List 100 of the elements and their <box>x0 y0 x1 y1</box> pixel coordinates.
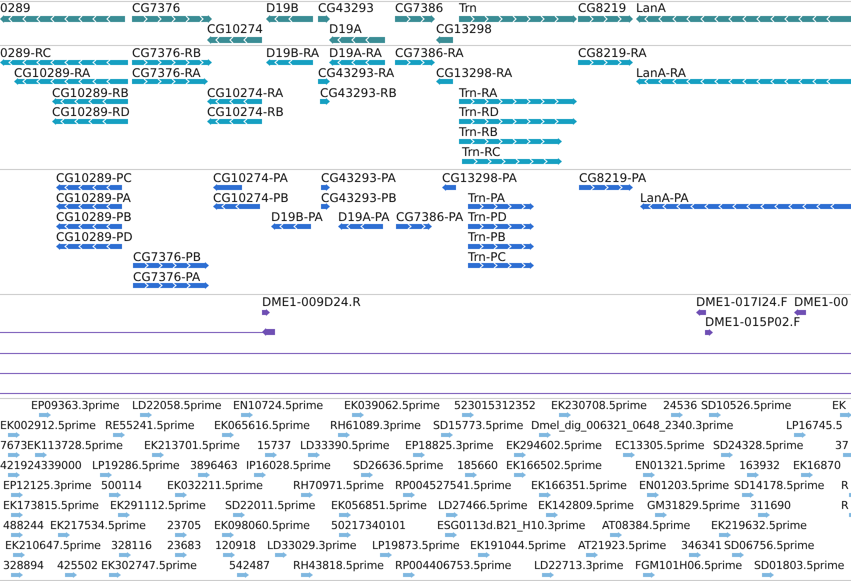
feature-arrow <box>198 472 210 478</box>
feature-label: EK065616.5prime <box>214 419 310 433</box>
feature-label: SD22011.5prime <box>225 499 316 513</box>
feature-arrow <box>671 412 683 418</box>
feature-label: Trn-PA <box>468 191 505 205</box>
feature-label: D19A <box>329 22 362 36</box>
feature-label: 185660 <box>457 459 498 473</box>
feature-arrow <box>11 572 23 578</box>
feature-arrow <box>222 432 234 438</box>
feature-arrow <box>742 492 754 498</box>
feature-label: 328116 <box>111 539 152 553</box>
feature-label: LanA-RA <box>636 66 686 80</box>
feature-arrow <box>514 472 526 478</box>
feature-label: 120918 <box>215 539 256 553</box>
feature-label: 23705 <box>167 519 201 533</box>
feature-label: SD15773.5prime <box>433 419 524 433</box>
feature-label: Trn-RA <box>459 86 498 100</box>
feature-label: DME1-00 <box>794 295 848 309</box>
feature-arrow <box>275 552 287 558</box>
feature-label: EN01203.5prime <box>639 479 729 493</box>
feature-arrow <box>39 412 51 418</box>
feature-arrow <box>11 492 23 498</box>
feature-label: EK166502.5prime <box>506 459 602 473</box>
feature-arrow <box>413 452 425 458</box>
feature-label: CG10274-PB <box>213 191 289 205</box>
feature-label: Trn-PD <box>468 210 507 224</box>
feature-label: 346341 <box>681 539 722 553</box>
feature-label: EP18825.3prime <box>405 439 494 453</box>
feature-label: CG13298 <box>436 22 492 36</box>
feature-label: CG13298-RA <box>436 66 512 80</box>
feature-label: RE55241.5prime <box>105 419 194 433</box>
feature-arrow <box>801 472 813 478</box>
feature-label: 500114 <box>101 479 142 493</box>
feature-arrow <box>445 532 457 538</box>
feature-arrow <box>732 552 744 558</box>
feature-arrow <box>610 532 622 538</box>
feature-arrow <box>254 472 266 478</box>
feature-label: EC13305.5prime <box>615 439 704 453</box>
feature-arrow <box>709 412 721 418</box>
feature-label: D19B <box>266 1 299 15</box>
feature-arrow <box>586 552 598 558</box>
feature-label: Trn-RB <box>459 125 498 139</box>
feature-label: EK230708.5prime <box>551 399 647 413</box>
feature-label: SD01803.5prime <box>754 559 844 573</box>
feature-arrow <box>719 532 731 538</box>
feature-arrow <box>352 412 364 418</box>
feature-label: CG10274-RA <box>207 86 284 100</box>
feature-arrow <box>643 572 655 578</box>
feature-arrow <box>8 472 20 478</box>
feature-label: CG8219 <box>578 1 626 15</box>
feature-label: D19B-RA <box>266 46 320 60</box>
feature-label: EK <box>832 399 846 413</box>
feature-label: RH70971.5prime <box>293 479 384 493</box>
feature-arrow <box>465 472 477 478</box>
feature-label: CG10274-PA <box>213 171 288 185</box>
feature-label: CG43293-PA <box>321 171 396 185</box>
feature-arrow <box>539 432 551 438</box>
feature-label: D19A-PA <box>338 210 390 224</box>
feature-label: CG7386-PA <box>396 210 464 224</box>
feature-label: IP16028.5prime <box>246 459 331 473</box>
feature-label: AT08384.5prime <box>602 519 690 533</box>
feature-label: SD06756.5prime <box>724 539 814 553</box>
feature-label: EK191044.5prime <box>470 539 566 553</box>
feature-label: EK166351.5prime <box>531 479 627 493</box>
feature-arrow <box>119 552 131 558</box>
feature-arrow <box>338 432 350 438</box>
feature-label: 425502 <box>57 559 98 573</box>
feature-arrow <box>11 532 23 538</box>
feature-label: LD22713.3prime <box>534 559 624 573</box>
feature-arrow <box>655 512 667 518</box>
feature-label: GM31829.5prime <box>647 499 740 513</box>
feature-arrow <box>109 492 121 498</box>
feature-label: EK302747.5prime <box>101 559 197 573</box>
feature-label: D19B-PA <box>271 210 323 224</box>
feature-arrow <box>308 452 320 458</box>
feature-label: LP19873.5prime <box>372 539 460 553</box>
feature-label: 15737 <box>257 439 291 453</box>
feature-arrow <box>441 432 453 438</box>
feature-arrow <box>403 492 415 498</box>
feature-label: CG8219-PA <box>579 171 646 185</box>
feature-label: CG8219-RA <box>578 46 647 60</box>
feature-arrow <box>643 472 655 478</box>
feature-arrow <box>514 452 526 458</box>
feature-label: EK002912.5prime <box>0 419 96 433</box>
feature-label: LanA <box>636 1 666 15</box>
feature-arrow <box>762 572 774 578</box>
feature-arrow <box>462 412 474 418</box>
feature-label: CG10289-PB <box>56 210 132 224</box>
feature-arrow <box>222 532 234 538</box>
feature-label: Trn-RD <box>459 105 499 119</box>
feature-label: CG7376-RA <box>132 66 201 80</box>
feature-arrow <box>403 572 415 578</box>
feature-label: DME1-015P02.F <box>705 315 800 329</box>
feature-label: LD22058.5prime <box>132 399 222 413</box>
feature-arrow <box>241 412 253 418</box>
feature-label: EN01321.5prime <box>635 459 725 473</box>
feature-label: RP004527541.5prime <box>395 479 512 493</box>
feature-label: CG43293-RA <box>318 66 394 80</box>
feature-label: EK173815.5prime <box>3 499 99 513</box>
feature-arrow <box>689 552 701 558</box>
